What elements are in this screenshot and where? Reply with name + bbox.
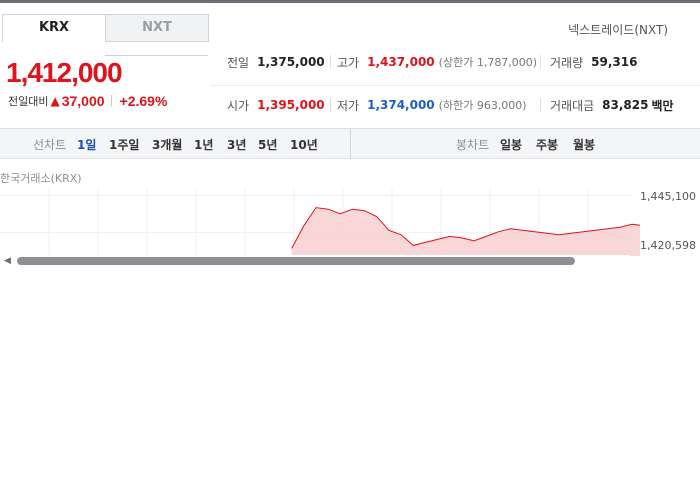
- period-1d[interactable]: 1일: [77, 136, 96, 153]
- nextrade-label: 넥스트레이드(NXT): [568, 23, 668, 37]
- tab-nxt[interactable]: NXT: [105, 14, 209, 42]
- stat-label: 거래대금: [550, 98, 595, 113]
- stat-volume: 거래량 59,316: [550, 52, 637, 72]
- stat-value: 59,316: [591, 55, 638, 69]
- candle-monthly[interactable]: 월봉: [573, 136, 595, 153]
- stat-label: 전일: [227, 55, 250, 70]
- change-row: 전일대비 ▲ 37,000 +2.69%: [8, 93, 167, 109]
- price-chart: 1,445,100 1,420,598: [0, 188, 700, 256]
- candle-weekly[interactable]: 주봉: [536, 136, 558, 153]
- period-1w[interactable]: 1주일: [109, 136, 139, 153]
- tab-krx[interactable]: KRX: [2, 14, 106, 42]
- chart-scrollbar[interactable]: ◀: [0, 255, 630, 267]
- stat-high: 고가 1,437,000 (상한가 1,787,000): [337, 52, 537, 72]
- divider: [330, 55, 331, 69]
- change-vs-label: 전일대비: [8, 95, 49, 108]
- top-divider: [0, 0, 700, 3]
- stat-amount: 거래대금 83,825 백만: [550, 95, 674, 115]
- chart-toolbar: 선차트 1일 1주일 3개월 1년 3년 5년 10년 봉차트 일봉 주봉 월봉: [0, 128, 700, 159]
- tabs-divider: [105, 55, 208, 56]
- price-chart-svg: [0, 188, 700, 256]
- y-axis-label-mid: 1,420,598: [640, 239, 696, 252]
- stat-value: 1,437,000: [367, 55, 435, 69]
- stat-open: 시가 1,395,000: [227, 95, 325, 115]
- period-3y[interactable]: 3년: [227, 136, 246, 153]
- stat-value: 1,375,000: [257, 55, 325, 69]
- line-chart-label: 선차트: [33, 138, 67, 152]
- change-amount: 37,000: [61, 93, 105, 109]
- scroll-left-icon[interactable]: ◀: [4, 256, 11, 266]
- stat-value: 1,374,000: [367, 98, 435, 112]
- up-triangle-icon: ▲: [50, 94, 60, 108]
- divider: [540, 98, 541, 112]
- change-percent: +2.69%: [119, 93, 168, 109]
- toolbar-divider: [350, 129, 351, 159]
- divider: [330, 98, 331, 112]
- price-stats: 전일 1,375,000 고가 1,437,000 (상한가 1,787,000…: [210, 45, 700, 125]
- stat-label: 저가: [337, 98, 360, 113]
- stats-divider: [210, 85, 700, 86]
- stat-value: 83,825: [602, 98, 649, 112]
- stat-value: 1,395,000: [257, 98, 325, 112]
- candle-chart-label: 봉차트: [456, 138, 490, 152]
- period-5y[interactable]: 5년: [258, 136, 277, 153]
- lower-limit: (하한가 963,000): [438, 99, 527, 112]
- market-label: 한국거래소(KRX): [0, 172, 82, 185]
- stat-unit: 백만: [651, 98, 674, 113]
- stat-prev-close: 전일 1,375,000: [227, 52, 325, 72]
- period-10y[interactable]: 10년: [290, 136, 318, 153]
- stat-low: 저가 1,374,000 (하한가 963,000): [337, 95, 527, 115]
- stat-label: 거래량: [550, 55, 584, 70]
- upper-limit: (상한가 1,787,000): [438, 56, 538, 69]
- scrollbar-thumb[interactable]: [17, 257, 575, 265]
- stat-label: 고가: [337, 55, 360, 70]
- candle-daily[interactable]: 일봉: [500, 136, 522, 153]
- period-3m[interactable]: 3개월: [152, 136, 182, 153]
- y-axis-label-top: 1,445,100: [640, 190, 696, 203]
- stat-label: 시가: [227, 98, 250, 113]
- current-price: 1,412,000: [6, 57, 123, 88]
- divider: [540, 55, 541, 69]
- period-1y[interactable]: 1년: [194, 136, 213, 153]
- market-tabs: KRX NXT: [0, 14, 210, 56]
- divider: [110, 95, 112, 107]
